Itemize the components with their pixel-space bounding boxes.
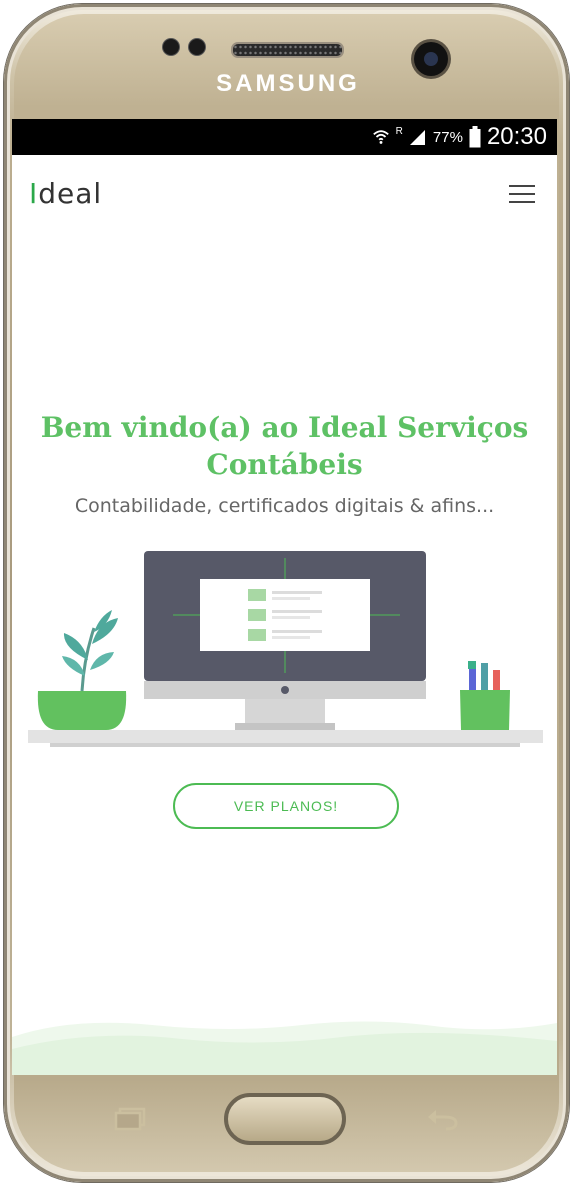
hero-subtitle: Contabilidade, certificados digitais & a… bbox=[74, 495, 495, 517]
web-screen: Ideal Bem vindo(a) ao Ideal Serviços Con… bbox=[12, 155, 557, 1075]
roaming-indicator: R bbox=[395, 125, 403, 137]
proximity-sensor bbox=[163, 39, 179, 55]
view-plans-button[interactable]: VER PLANOS! bbox=[173, 783, 399, 829]
signal-icon bbox=[409, 130, 425, 145]
hamburger-menu-icon[interactable] bbox=[509, 185, 535, 203]
battery-percent: 77% bbox=[432, 128, 463, 146]
hero-title: Bem vindo(a) ao Ideal Serviços Contábeis bbox=[40, 411, 529, 481]
status-bar: R 77% 20:30 bbox=[12, 119, 557, 155]
earpiece-speaker bbox=[231, 42, 344, 58]
logo-initial: I bbox=[29, 177, 39, 210]
footer-hills bbox=[12, 1021, 557, 1075]
status-icons: R 77% 20:30 bbox=[372, 123, 547, 151]
logo-text: deal bbox=[38, 177, 103, 210]
desk-illustration bbox=[28, 551, 543, 747]
status-time: 20:30 bbox=[486, 123, 547, 150]
battery-icon bbox=[469, 126, 481, 148]
device-brand: SAMSUNG bbox=[216, 70, 360, 97]
wifi-icon bbox=[372, 130, 389, 144]
light-sensor bbox=[189, 39, 205, 55]
back-icon[interactable] bbox=[426, 1105, 462, 1131]
home-button[interactable] bbox=[224, 1093, 346, 1145]
front-camera bbox=[414, 42, 448, 76]
recent-apps-icon[interactable] bbox=[114, 1107, 148, 1131]
site-logo[interactable]: Ideal bbox=[29, 177, 102, 210]
